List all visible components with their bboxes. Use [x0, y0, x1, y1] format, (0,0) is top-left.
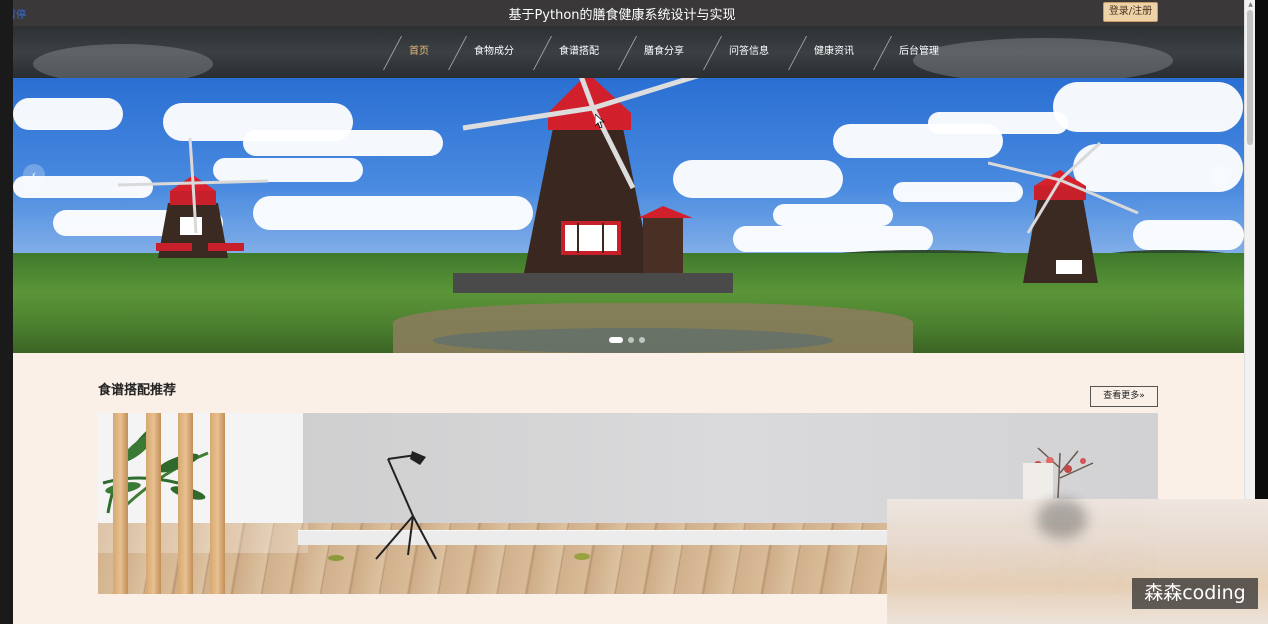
flower-vase — [1023, 447, 1094, 501]
nav-separator — [383, 36, 403, 70]
nav-separator — [873, 36, 893, 70]
scroll-up-icon[interactable]: ▲ — [1246, 0, 1255, 9]
main-nav: 首页 食物成分 食谱搭配 膳食分享 问答信息 健康资讯 后台管理 — [13, 26, 1244, 78]
nav-item-home[interactable]: 首页 — [383, 26, 448, 78]
nav-item-recipe-pairing[interactable]: 食谱搭配 — [533, 26, 618, 78]
nav-background-cloud — [33, 44, 213, 78]
section-title-recipes: 食谱搭配推荐 — [98, 383, 177, 398]
nav-separator — [788, 36, 808, 70]
site-title: 基于Python的膳食健康系统设计与实现 — [508, 8, 736, 23]
mouse-cursor-icon — [595, 114, 605, 128]
vertical-scrollbar[interactable]: ▲ — [1244, 0, 1255, 499]
right-edge-strip — [1255, 0, 1268, 499]
wooden-post — [146, 413, 161, 594]
carousel-next-button[interactable]: › — [1210, 164, 1232, 186]
nav-item-label: 膳食分享 — [644, 46, 684, 57]
nav-items: 首页 食物成分 食谱搭配 膳食分享 问答信息 健康资讯 后台管理 — [383, 26, 958, 78]
nav-item-diet-sharing[interactable]: 膳食分享 — [618, 26, 703, 78]
login-register-button[interactable]: 登录/注册 — [1103, 2, 1158, 22]
carousel-dot[interactable] — [609, 337, 623, 343]
wooden-post — [178, 413, 193, 594]
left-edge-strip — [0, 0, 13, 624]
scroll-thumb[interactable] — [1247, 10, 1253, 145]
nav-separator — [618, 36, 638, 70]
watermark: 森森coding — [1132, 578, 1258, 609]
banner-carousel[interactable]: ‹ › — [13, 78, 1244, 353]
carousel-prev-button[interactable]: ‹ — [23, 164, 45, 186]
cloud — [13, 98, 123, 130]
top-bar: 暂停 基于Python的膳食健康系统设计与实现 登录/注册 — [0, 0, 1244, 26]
cloud — [733, 226, 933, 252]
floor-highlight — [98, 523, 308, 553]
view-more-button[interactable]: 查看更多» — [1090, 386, 1158, 407]
nav-separator — [533, 36, 553, 70]
fallen-leaf — [328, 555, 344, 561]
nav-item-label: 健康资讯 — [814, 46, 854, 57]
cloud — [773, 204, 893, 226]
nav-separator — [703, 36, 723, 70]
fallen-leaf — [574, 553, 590, 560]
nav-item-qa-info[interactable]: 问答信息 — [703, 26, 788, 78]
double-chevron-right-icon: » — [1139, 391, 1145, 401]
windmill-left — [117, 137, 269, 258]
cloud — [928, 112, 1068, 134]
wooden-post — [113, 413, 128, 594]
chevron-right-icon: › — [1218, 168, 1224, 181]
nav-item-label: 后台管理 — [899, 46, 939, 57]
windmill-right — [988, 141, 1139, 283]
nav-item-label: 首页 — [409, 46, 429, 57]
cloud — [1053, 82, 1243, 132]
floor-lamp — [375, 451, 437, 560]
nav-item-food-composition[interactable]: 食物成分 — [448, 26, 533, 78]
nav-separator — [448, 36, 468, 70]
cloud — [1133, 220, 1244, 250]
view-more-label: 查看更多 — [1103, 391, 1140, 401]
windmill-center — [453, 78, 733, 293]
carousel-dots — [609, 337, 645, 343]
chevron-left-icon: ‹ — [31, 168, 37, 181]
nav-item-label: 食物成分 — [474, 46, 514, 57]
page: 暂停 基于Python的膳食健康系统设计与实现 登录/注册 首页 食物成分 食谱搭配… — [0, 0, 1268, 624]
carousel-dot[interactable] — [639, 337, 645, 343]
wooden-post — [210, 413, 225, 594]
nav-item-label: 问答信息 — [729, 46, 769, 57]
nav-item-health-news[interactable]: 健康资讯 — [788, 26, 873, 78]
nav-item-label: 食谱搭配 — [559, 46, 599, 57]
nav-item-admin[interactable]: 后台管理 — [873, 26, 958, 78]
carousel-dot[interactable] — [628, 337, 634, 343]
